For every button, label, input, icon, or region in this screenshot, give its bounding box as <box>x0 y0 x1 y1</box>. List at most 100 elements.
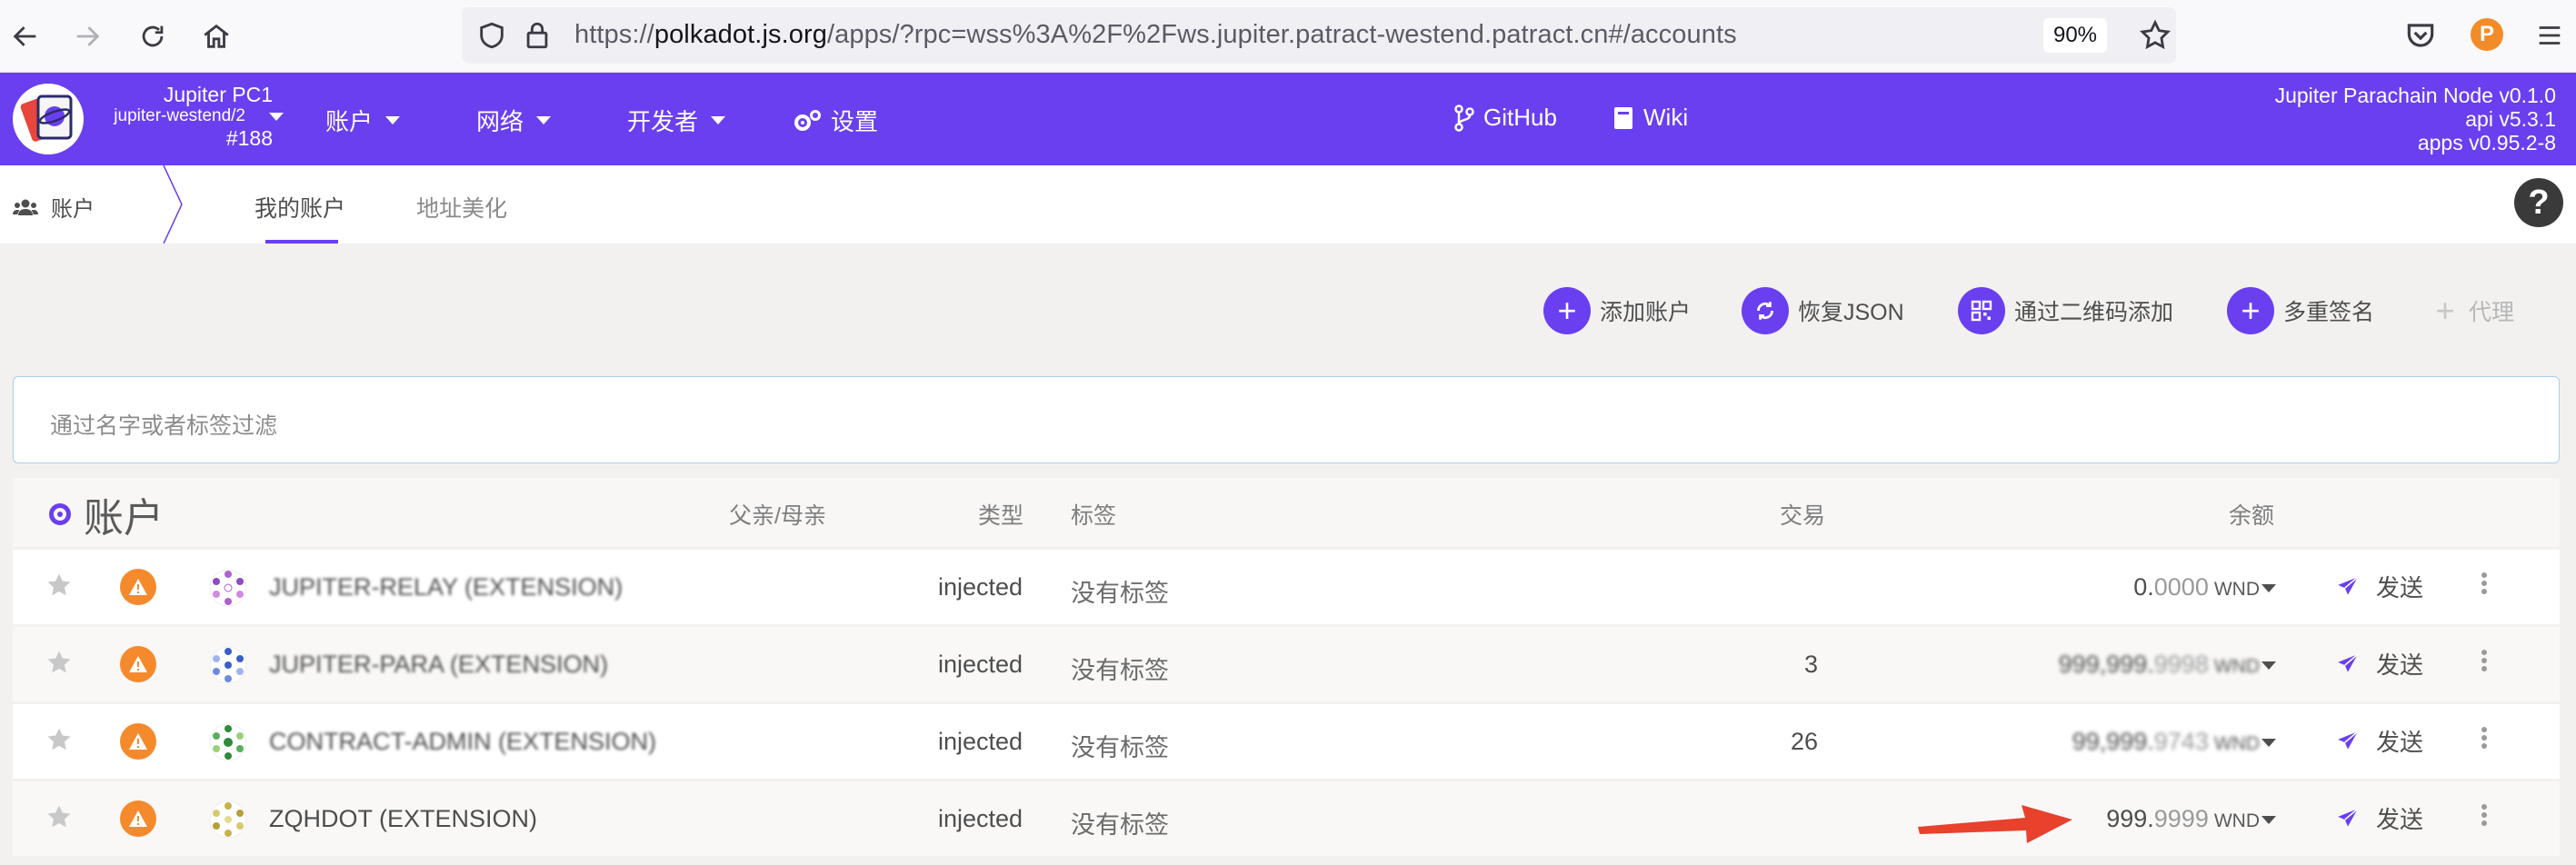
extension-p-icon[interactable]: P <box>2471 18 2503 51</box>
table-header: 账户 父亲/母亲 类型 标签 交易 余额 <box>13 478 2560 547</box>
warning-icon[interactable] <box>120 800 156 837</box>
balance-integer: 999. <box>2106 805 2154 832</box>
star-icon[interactable] <box>45 726 73 753</box>
proxy-label: 代理 <box>2469 300 2515 325</box>
menu-wiki[interactable]: Wiki <box>1612 104 1688 132</box>
pocket-icon[interactable] <box>2403 18 2438 53</box>
zoom-badge[interactable]: 90% <box>2043 18 2107 53</box>
send-label: 发送 <box>2376 729 2424 756</box>
add-via-qr-button[interactable]: 通过二维码添加 <box>1958 287 2173 334</box>
balance[interactable]: 99,999.9743 WND <box>2072 728 2260 756</box>
plus-icon: + <box>2435 292 2455 329</box>
transaction-count: 3 <box>1803 651 1818 678</box>
multisig-button[interactable]: + 多重签名 <box>2227 287 2374 334</box>
bookmark-star-icon[interactable] <box>2138 18 2172 53</box>
identicon[interactable] <box>209 646 247 684</box>
more-options-icon[interactable] <box>2478 801 2491 829</box>
balance-unit: WND <box>2213 656 2260 677</box>
identicon[interactable] <box>209 569 247 607</box>
filter-input[interactable]: 通过名字或者标签过滤 <box>13 376 2560 463</box>
identicon[interactable] <box>209 723 247 761</box>
account-tags[interactable]: 没有标签 <box>1071 573 1169 609</box>
account-type: injected <box>938 805 1023 832</box>
breadcrumb-separator <box>163 165 183 244</box>
account-name[interactable]: CONTRACT-ADMIN (EXTENSION) <box>269 728 656 756</box>
section-label: 账户 <box>51 197 95 222</box>
account-name[interactable]: JUPITER-RELAY (EXTENSION) <box>269 573 623 602</box>
balance[interactable]: 999.9999 WND <box>2106 805 2260 833</box>
warning-icon[interactable] <box>120 569 156 605</box>
star-icon[interactable] <box>45 572 73 599</box>
more-options-icon[interactable] <box>2478 724 2491 751</box>
balance-fraction: 9743 <box>2153 728 2209 755</box>
lock-icon[interactable] <box>522 20 553 51</box>
chain-logo[interactable] <box>13 84 84 154</box>
active-tab-indicator <box>265 240 338 244</box>
balance-integer: 999,999. <box>2058 651 2154 678</box>
filter-placeholder: 通过名字或者标签过滤 <box>50 413 278 439</box>
menu-developer[interactable]: 开发者 <box>627 104 726 137</box>
account-name[interactable]: JUPITER-PARA (EXTENSION) <box>269 651 608 679</box>
api-version: api v5.3.1 <box>2465 107 2556 131</box>
paper-plane-icon <box>2338 576 2359 595</box>
send-label: 发送 <box>2376 806 2424 833</box>
home-button[interactable] <box>191 11 242 62</box>
send-button[interactable]: 发送 <box>2336 647 2423 681</box>
reload-button[interactable] <box>127 11 178 62</box>
table-row: JUPITER-PARA (EXTENSION) injected 没有标签 3… <box>13 624 2560 701</box>
menu-hamburger-icon[interactable] <box>2534 20 2565 51</box>
dot-circle-icon <box>49 503 71 525</box>
send-button[interactable]: 发送 <box>2336 724 2423 758</box>
more-options-icon[interactable] <box>2478 647 2491 674</box>
header-type: 类型 <box>978 503 1024 529</box>
send-button[interactable]: 发送 <box>2336 570 2423 603</box>
restore-json-button[interactable]: 恢复JSON <box>1742 287 1904 334</box>
header-tags: 标签 <box>1071 503 1117 529</box>
chain-caret-icon[interactable] <box>269 113 284 121</box>
chain-selector[interactable]: Jupiter PC1 jupiter-westend/2 #188 <box>91 84 273 151</box>
send-button[interactable]: 发送 <box>2336 801 2423 835</box>
menu-wiki-label: Wiki <box>1643 104 1689 131</box>
qrcode-icon <box>1958 287 2005 334</box>
more-options-icon[interactable] <box>2478 570 2491 597</box>
add-account-button[interactable]: + 添加账户 <box>1543 287 1691 334</box>
annotation-arrow-icon <box>1918 805 2072 843</box>
forward-button[interactable] <box>62 11 113 62</box>
url-text[interactable]: https://polkadot.js.org/apps/?rpc=wss%3A… <box>574 20 1737 50</box>
tab-my-accounts[interactable]: 我的账户 <box>255 191 345 224</box>
balance[interactable]: 999,999.9998 WND <box>2059 651 2260 679</box>
identicon[interactable] <box>209 800 247 839</box>
caret-down-icon[interactable] <box>2261 739 2276 747</box>
plus-icon: + <box>2227 287 2274 334</box>
chain-network: jupiter-westend/2 <box>114 106 245 125</box>
restore-json-label: 恢复JSON <box>1798 300 1904 325</box>
help-button[interactable]: ? <box>2514 178 2563 227</box>
star-icon[interactable] <box>45 803 73 830</box>
menu-settings-label: 设置 <box>831 108 879 135</box>
url-bar[interactable]: https://polkadot.js.org/apps/?rpc=wss%3A… <box>462 7 2176 64</box>
caret-down-icon[interactable] <box>2261 584 2276 592</box>
warning-icon[interactable] <box>120 723 156 760</box>
header-transactions: 交易 <box>1780 503 1826 529</box>
shield-icon[interactable] <box>476 20 507 51</box>
caret-down-icon <box>385 116 401 124</box>
caret-down-icon[interactable] <box>2261 816 2276 824</box>
sub-navigation: 账户 我的账户 地址美化 <box>0 165 2576 244</box>
back-button[interactable] <box>0 11 51 62</box>
caret-down-icon[interactable] <box>2261 661 2276 670</box>
account-tags[interactable]: 没有标签 <box>1071 728 1169 763</box>
home-icon <box>204 24 229 48</box>
account-tags[interactable]: 没有标签 <box>1071 805 1169 840</box>
tab-vanity-address[interactable]: 地址美化 <box>416 191 507 224</box>
multisig-label: 多重签名 <box>2283 300 2375 325</box>
menu-settings[interactable]: 设置 <box>793 104 878 137</box>
account-tags[interactable]: 没有标签 <box>1071 651 1169 686</box>
warning-icon[interactable] <box>120 646 156 682</box>
menu-github[interactable]: GitHub <box>1454 104 1557 132</box>
star-icon[interactable] <box>45 649 73 676</box>
menu-accounts[interactable]: 账户 <box>325 104 401 137</box>
account-name[interactable]: ZQHDOT (EXTENSION) <box>269 805 537 833</box>
menu-network[interactable]: 网络 <box>476 104 552 137</box>
proxy-button[interactable]: + 代理 <box>2421 287 2514 334</box>
balance[interactable]: 0.0000 WND <box>2133 573 2260 602</box>
